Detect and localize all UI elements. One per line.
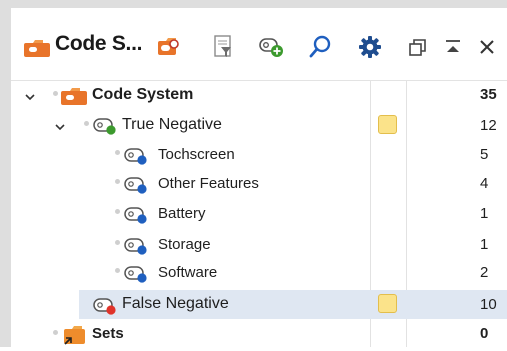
code-count: 1 (480, 236, 489, 253)
close-icon (480, 40, 494, 54)
tree-label: Other Features (158, 175, 259, 192)
tree-label: Code System (92, 86, 194, 103)
close-button[interactable] (472, 32, 502, 62)
status-dot (115, 268, 120, 273)
search-icon (309, 35, 331, 58)
memo-icon[interactable] (378, 115, 397, 134)
tree-row-code-system[interactable]: Code System 35 (11, 81, 507, 110)
status-dot (115, 240, 120, 245)
search-button[interactable] (305, 32, 335, 62)
code-count: 1 (480, 205, 489, 222)
tree-row-battery[interactable]: Battery 1 (11, 199, 507, 228)
tree-label: Battery (158, 205, 206, 222)
status-dot (53, 91, 58, 96)
window-left-border (0, 8, 11, 347)
tree-label: False Negative (122, 295, 229, 312)
code-icon (92, 116, 118, 141)
tree-row-software[interactable]: Software 2 (11, 258, 507, 287)
tree-label: Software (158, 264, 218, 281)
collapse-icon (446, 40, 460, 52)
undock-icon (409, 39, 426, 56)
code-count: 5 (480, 146, 489, 163)
code-count: 10 (480, 296, 497, 313)
status-dot (115, 150, 120, 155)
code-count: 0 (480, 325, 489, 342)
code-icon (123, 205, 149, 230)
panel-header: Code S... (11, 8, 507, 82)
window-top-border (0, 0, 507, 8)
status-dot (53, 330, 58, 335)
panel-title: Code S... (55, 32, 143, 55)
filter-button[interactable] (208, 32, 238, 62)
status-dot (115, 209, 120, 214)
new-code-icon (259, 38, 283, 57)
settings-button[interactable] (355, 32, 385, 62)
activate-codes-icon (158, 38, 179, 55)
code-count: 2 (480, 264, 489, 281)
status-dot (115, 179, 120, 184)
code-system-panel: Code S... Code System 35 True Negative 1… (11, 8, 507, 347)
code-system-icon (23, 38, 51, 63)
new-code-button[interactable] (257, 32, 287, 62)
code-icon (92, 296, 118, 321)
filter-icon (214, 35, 231, 57)
tree-label: True Negative (122, 116, 222, 133)
tree-row-tochscreen[interactable]: Tochscreen 5 (11, 140, 507, 169)
activate-codes-button[interactable] (153, 32, 183, 62)
tree-label: Tochscreen (158, 146, 235, 163)
chevron-down-icon[interactable] (54, 120, 66, 132)
code-count: 35 (480, 86, 497, 103)
tree-label: Storage (158, 236, 211, 253)
tree-row-false-negative[interactable]: False Negative 10 (79, 290, 507, 319)
tree-label: Sets (92, 325, 124, 342)
code-count: 4 (480, 175, 489, 192)
tree-row-storage[interactable]: Storage 1 (11, 230, 507, 259)
tree-row-other-features[interactable]: Other Features 4 (11, 169, 507, 198)
code-count: 12 (480, 117, 497, 134)
code-icon (123, 175, 149, 200)
code-icon (123, 146, 149, 171)
tree-row-sets[interactable]: Sets 0 (11, 320, 507, 349)
status-dot (84, 121, 89, 126)
code-system-icon (60, 86, 88, 111)
chevron-down-icon[interactable] (24, 90, 36, 102)
settings-icon (359, 36, 381, 58)
tree-row-true-negative[interactable]: True Negative 12 (11, 111, 507, 140)
collapse-button[interactable] (438, 32, 468, 62)
code-icon (123, 264, 149, 289)
memo-icon[interactable] (378, 294, 397, 313)
undock-button[interactable] (403, 32, 433, 62)
